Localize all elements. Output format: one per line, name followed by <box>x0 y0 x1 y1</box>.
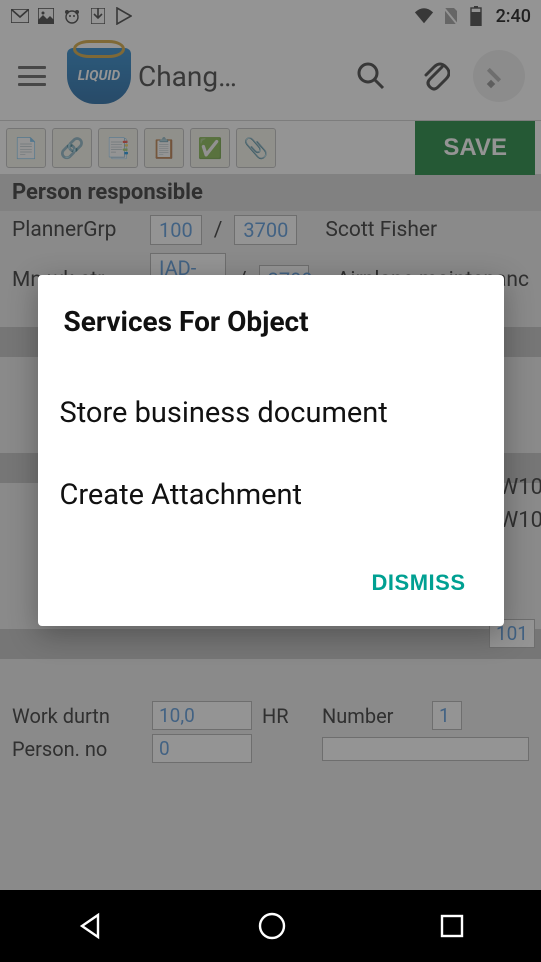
home-circle-icon <box>255 909 289 943</box>
dialog-title: Services For Object <box>60 305 482 338</box>
modal-overlay[interactable]: Services For Object Store business docum… <box>0 0 541 962</box>
dialog-item-store-document[interactable]: Store business document <box>60 372 482 454</box>
dialog-item-create-attachment[interactable]: Create Attachment <box>60 454 482 536</box>
android-nav-bar <box>0 890 541 962</box>
nav-home-button[interactable] <box>255 909 289 943</box>
nav-recent-button[interactable] <box>437 911 467 941</box>
services-dialog: Services For Object Store business docum… <box>38 275 504 626</box>
nav-back-button[interactable] <box>74 909 108 943</box>
recent-square-icon <box>437 911 467 941</box>
dismiss-button[interactable]: DISMISS <box>356 558 482 608</box>
back-triangle-icon <box>74 909 108 943</box>
dialog-actions: DISMISS <box>60 558 482 608</box>
